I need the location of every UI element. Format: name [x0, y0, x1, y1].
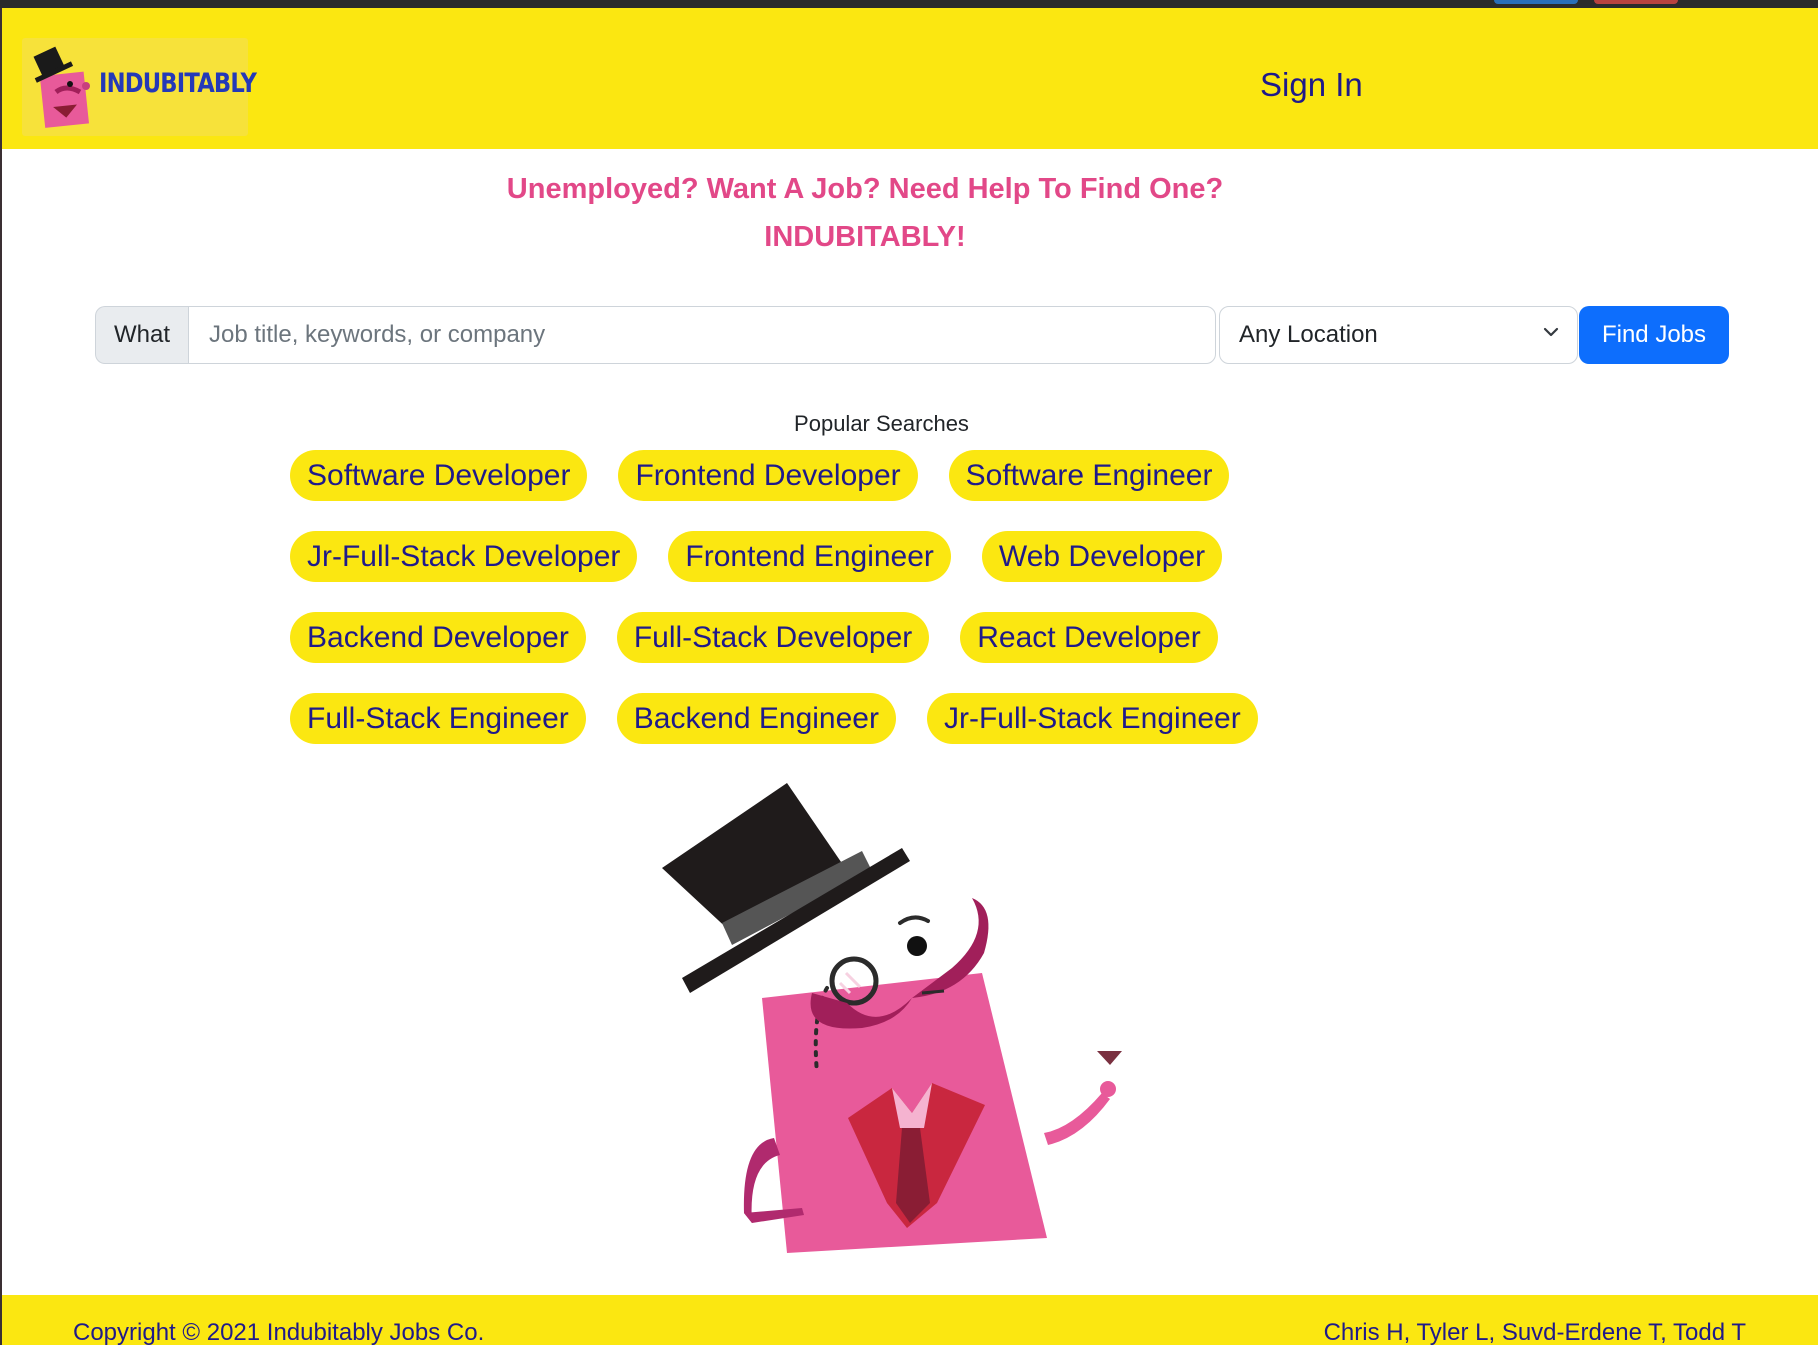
popular-row: Jr-Full-Stack Developer Frontend Enginee… [290, 531, 1290, 582]
brand-logo[interactable]: INDUBITABLY [22, 38, 257, 136]
location-select[interactable]: Any Location [1219, 306, 1578, 364]
hero-headline: Unemployed? Want A Job? Need Help To Fin… [2, 165, 1818, 261]
popular-searches-title: Popular Searches [794, 411, 969, 436]
popular-search-tag[interactable]: Backend Engineer [616, 693, 896, 744]
popular-searches-list: Software Developer Frontend Developer So… [290, 450, 1290, 774]
popular-search-tag[interactable]: Jr-Full-Stack Developer [290, 531, 638, 582]
window-control [1494, 0, 1578, 4]
popular-row: Backend Developer Full-Stack Developer R… [290, 612, 1290, 663]
popular-search-tag[interactable]: Full-Stack Engineer [290, 693, 586, 744]
popular-row: Full-Stack Engineer Backend Engineer Jr-… [290, 693, 1290, 744]
popular-search-tag[interactable]: Web Developer [981, 531, 1223, 582]
window-top-strip [0, 0, 1818, 8]
popular-row: Software Developer Frontend Developer So… [290, 450, 1290, 501]
sign-in-link[interactable]: Sign In [1260, 66, 1363, 104]
popular-search-tag[interactable]: Backend Developer [290, 612, 586, 663]
navbar: INDUBITABLY Sign In [2, 8, 1818, 149]
popular-search-tag[interactable]: Frontend Developer [618, 450, 918, 501]
popular-search-tag[interactable]: Full-Stack Developer [616, 612, 930, 663]
popular-search-tag[interactable]: Software Engineer [948, 450, 1230, 501]
what-search-input[interactable] [188, 306, 1216, 364]
footer: Copyright © 2021 Indubitably Jobs Co. Ch… [2, 1295, 1818, 1345]
copyright-text: Copyright © 2021 Indubitably Jobs Co. [73, 1319, 485, 1345]
headline-line-2: INDUBITABLY! [764, 221, 966, 253]
popular-search-tag[interactable]: React Developer [960, 612, 1218, 663]
popular-search-tag[interactable]: Jr-Full-Stack Engineer [926, 693, 1258, 744]
location-selected-value: Any Location [1239, 321, 1378, 348]
top-hat-mascot-illustration [662, 783, 1122, 1253]
mascot-logo-icon [33, 46, 90, 128]
page: INDUBITABLY Sign In Unemployed? Want A J… [2, 8, 1818, 1345]
brand-name: INDUBITABLY [99, 68, 257, 99]
what-label: What [95, 306, 188, 364]
headline-line-1: Unemployed? Want A Job? Need Help To Fin… [506, 173, 1224, 205]
find-jobs-button[interactable]: Find Jobs [1579, 306, 1729, 364]
popular-search-tag[interactable]: Frontend Engineer [668, 531, 951, 582]
chevron-down-icon [1543, 327, 1559, 337]
window-control [1594, 0, 1678, 4]
job-search-form: What Any Location Find Jobs [95, 306, 1729, 364]
authors-text: Chris H, Tyler L, Suvd-Erdene T, Todd T [1323, 1319, 1746, 1345]
popular-search-tag[interactable]: Software Developer [290, 450, 588, 501]
